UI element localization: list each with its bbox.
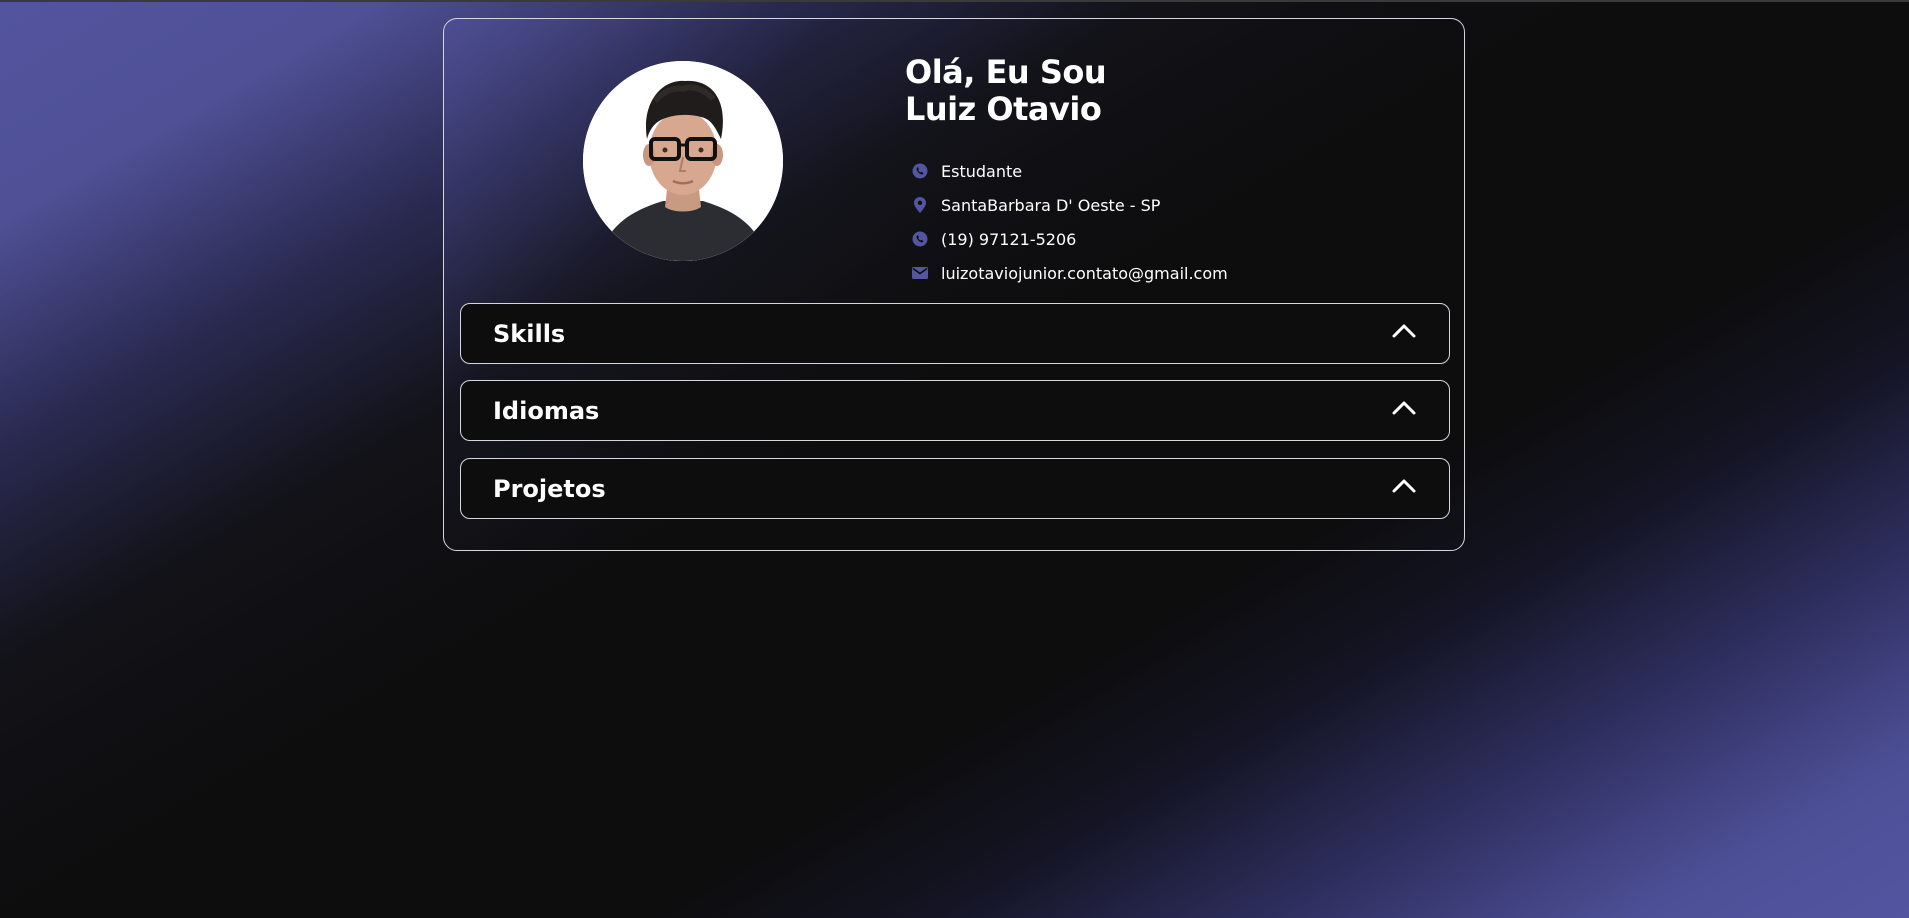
info-text-phone: (19) 97121-5206 bbox=[941, 229, 1077, 249]
avatar-photo bbox=[583, 61, 783, 261]
chevron-up-icon[interactable] bbox=[1391, 321, 1417, 339]
accordion-idiomas[interactable]: Idiomas bbox=[460, 380, 1450, 441]
info-item-location: SantaBarbara D' Oeste - SP bbox=[911, 188, 1228, 222]
accordion-title-projetos: Projetos bbox=[493, 474, 606, 503]
avatar bbox=[583, 61, 783, 261]
location-pin-icon bbox=[911, 196, 929, 214]
chevron-up-icon[interactable] bbox=[1391, 476, 1417, 494]
chevron-up-icon[interactable] bbox=[1391, 398, 1417, 416]
whatsapp-icon bbox=[911, 162, 929, 180]
info-text-email: luizotaviojunior.contato@gmail.com bbox=[941, 263, 1228, 283]
info-text-occupation: Estudante bbox=[941, 161, 1023, 181]
email-icon bbox=[911, 264, 929, 282]
info-item-occupation: Estudante bbox=[911, 154, 1228, 188]
accordion-skills[interactable]: Skills bbox=[460, 303, 1450, 364]
info-text-location: SantaBarbara D' Oeste - SP bbox=[941, 195, 1161, 215]
contact-info-list: Estudante SantaBarbara D' Oeste - SP (19… bbox=[911, 154, 1228, 290]
window-top-border bbox=[0, 0, 1909, 2]
accordion-title-idiomas: Idiomas bbox=[493, 396, 600, 425]
whatsapp-icon bbox=[911, 230, 929, 248]
info-item-phone: (19) 97121-5206 bbox=[911, 222, 1228, 256]
accordion-projetos[interactable]: Projetos bbox=[460, 458, 1450, 519]
greeting-name: Luiz Otavio bbox=[905, 90, 1102, 128]
greeting-heading: Olá, Eu Sou Luiz Otavio bbox=[905, 53, 1107, 128]
accordion-title-skills: Skills bbox=[493, 319, 566, 348]
info-item-email: luizotaviojunior.contato@gmail.com bbox=[911, 256, 1228, 290]
greeting-line-1: Olá, Eu Sou bbox=[905, 53, 1107, 91]
